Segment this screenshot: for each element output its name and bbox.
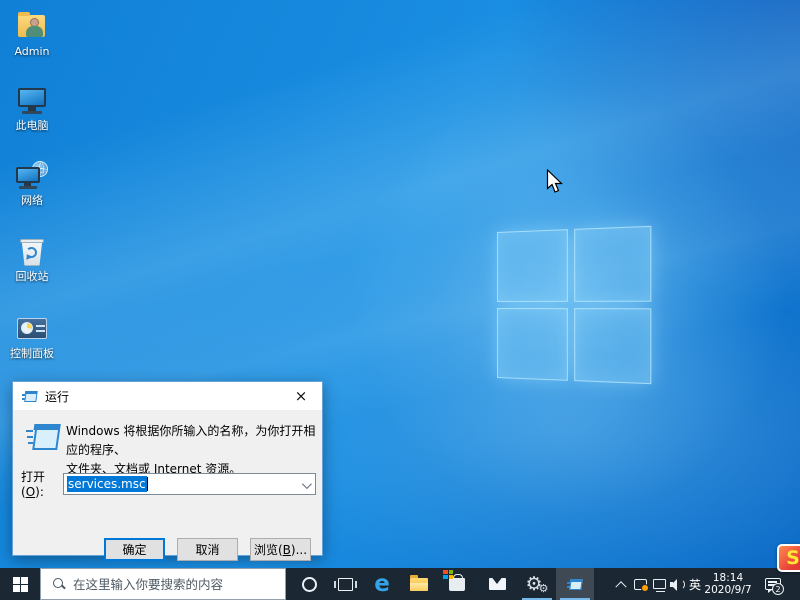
tray-network-button[interactable] — [650, 568, 668, 600]
tray-volume-button[interactable] — [668, 568, 686, 600]
taskbar-search-box[interactable] — [40, 568, 286, 600]
tray-ime-indicator[interactable]: 英 — [686, 568, 704, 600]
user-folder-icon — [15, 10, 49, 44]
desktop-icon-admin[interactable]: Admin — [6, 10, 58, 58]
edge-icon: e — [374, 573, 390, 596]
notification-dot — [641, 584, 649, 592]
mail-icon — [489, 578, 506, 590]
start-button[interactable] — [0, 568, 40, 600]
sogou-ime-badge[interactable]: S — [777, 544, 800, 572]
sogou-letter: S — [786, 549, 800, 568]
windows-start-icon — [13, 577, 28, 592]
task-view-icon — [338, 578, 353, 591]
tray-screen-clip-button[interactable] — [630, 568, 650, 600]
desktop-wallpaper: Admin 此电脑 网络 回收站 控制面板 运行 × — [0, 0, 800, 600]
chevron-up-icon — [615, 581, 626, 592]
desktop-icon-label: Admin — [6, 46, 58, 58]
text-caret — [147, 477, 148, 491]
edge-browser-button[interactable]: e — [364, 568, 400, 600]
show-hidden-icons-button[interactable] — [612, 568, 630, 600]
dialog-title: 运行 — [45, 388, 280, 405]
run-dialog-titlebar[interactable]: 运行 × — [13, 382, 322, 410]
desktop-icon-label: 控制面板 — [6, 348, 58, 360]
cancel-button[interactable]: 取消 — [177, 538, 238, 561]
search-icon — [53, 578, 65, 590]
windows-logo-wallpaper — [497, 226, 651, 384]
run-dialog-body: Windows 将根据你所输入的名称，为你打开相应的程序、 文件夹、文档或 In… — [13, 410, 322, 557]
desktop-icon-control-panel[interactable]: 控制面板 — [6, 312, 58, 360]
open-label: 打开(O): — [21, 468, 63, 499]
run-icon-large — [26, 422, 60, 452]
network-status-icon — [653, 579, 666, 589]
recycle-bin-icon — [15, 235, 49, 269]
desktop-icon-label: 此电脑 — [6, 120, 58, 132]
microsoft-store-button[interactable] — [440, 568, 474, 600]
speaker-icon — [670, 578, 684, 590]
run-window-icon — [567, 578, 583, 591]
desktop-icon-recycle-bin[interactable]: 回收站 — [6, 235, 58, 283]
cortana-button[interactable] — [292, 568, 326, 600]
browse-button[interactable]: 浏览(B)... — [250, 538, 311, 561]
run-command-value[interactable]: services.msc — [67, 476, 147, 492]
notification-count-badge: 2 — [772, 583, 784, 595]
store-bag-icon — [449, 578, 465, 591]
desktop-icon-this-pc[interactable]: 此电脑 — [6, 84, 58, 132]
microsoft-flag-icon — [443, 570, 453, 579]
tray-date: 2020/9/7 — [704, 584, 751, 596]
tray-time: 18:14 — [713, 572, 743, 584]
control-panel-icon — [15, 312, 49, 346]
computer-icon — [15, 84, 49, 118]
chevron-down-icon[interactable] — [302, 479, 312, 489]
screen-clip-icon — [634, 579, 647, 590]
folder-icon — [410, 578, 428, 591]
taskbar: e ⚙⚙ 英 18:14 2020/9/7 2 — [0, 568, 800, 600]
search-input[interactable] — [73, 577, 285, 592]
network-icon — [15, 159, 49, 193]
gear-small-icon: ⚙ — [539, 583, 549, 594]
run-dialog: 运行 × Windows 将根据你所输入的名称，为你打开相应的程序、 文件夹、文… — [12, 381, 323, 556]
task-view-button[interactable] — [328, 568, 362, 600]
run-icon — [22, 390, 38, 403]
run-command-combobox[interactable]: services.msc — [63, 473, 316, 495]
desktop-icon-label: 回收站 — [6, 271, 58, 283]
run-app-taskbar-button[interactable] — [556, 568, 594, 600]
cortana-icon — [302, 577, 317, 592]
desktop-icon-label: 网络 — [6, 195, 58, 207]
mail-button[interactable] — [480, 568, 514, 600]
action-center-button[interactable]: 2 — [756, 568, 790, 600]
file-explorer-button[interactable] — [402, 568, 436, 600]
settings-button[interactable]: ⚙⚙ — [518, 568, 556, 600]
close-icon[interactable]: × — [280, 382, 322, 410]
tray-clock[interactable]: 18:14 2020/9/7 — [704, 568, 752, 600]
desktop-icon-network[interactable]: 网络 — [6, 159, 58, 207]
ok-button[interactable]: 确定 — [104, 538, 165, 561]
